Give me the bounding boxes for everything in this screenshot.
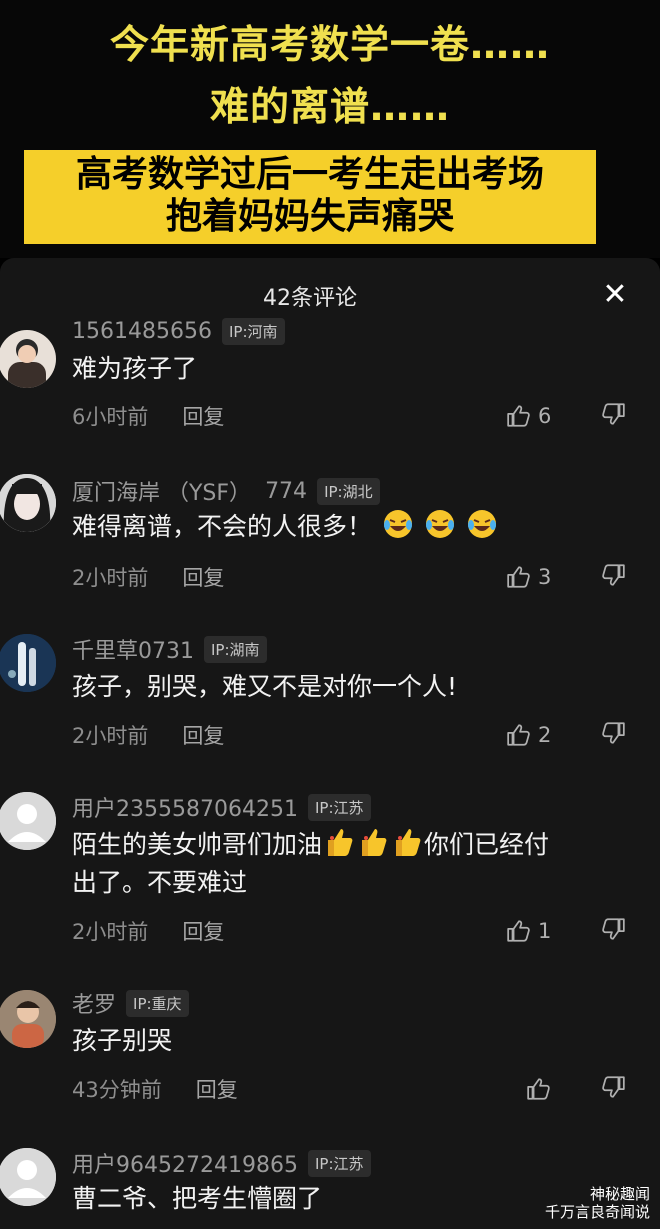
comment-footer: 2小时前 回复 (72, 916, 224, 946)
dislike-button[interactable] (600, 401, 626, 431)
thumbs-up-icon (527, 1078, 550, 1100)
comment-footer: 6小时前 回复 (72, 401, 224, 431)
comment-text-wrap: 陌生的美女帅哥们加油 你们已经付 出了。不要难过 (72, 826, 642, 902)
comment-username[interactable]: 千里草0731 (72, 633, 194, 665)
reply-button[interactable]: 回复 (182, 401, 224, 431)
close-icon[interactable]: ✕ (598, 280, 632, 310)
avatar[interactable] (0, 792, 56, 850)
comment-username[interactable]: 厦门海岸 （YSF） (72, 475, 251, 507)
reply-button[interactable]: 回复 (182, 916, 224, 946)
comment-time: 43分钟前 (72, 1078, 162, 1102)
comment-time: 6小时前 (72, 405, 149, 429)
avatar[interactable] (0, 1148, 56, 1206)
comment-meta: 千里草0731 IP:湖南 (72, 634, 267, 664)
like-count: 3 (538, 565, 552, 589)
comment-footer: 43分钟前 回复 (72, 1074, 238, 1104)
comment-time: 2小时前 (72, 920, 149, 944)
comment-text: 孩子，别哭，难又不是对你一个人! (72, 672, 458, 701)
like-count: 2 (538, 723, 552, 747)
comment-meta: 厦门海岸 （YSF） 774 IP:湖北 (72, 476, 380, 506)
comment-text-wrap: 难得离谱，不会的人很多！ (72, 508, 642, 546)
watermark: 神秘趣闻 千万言良奇闻说 (545, 1185, 650, 1221)
reply-button[interactable]: 回复 (196, 1074, 238, 1104)
comment-text: 难为孩子了 (72, 354, 198, 383)
thumbs-down-icon (602, 403, 625, 425)
avatar[interactable] (0, 634, 56, 692)
thumbs-down-icon (602, 1076, 625, 1098)
comments-count-title: 42条评论 (263, 286, 357, 311)
like-button[interactable]: 1 (506, 916, 551, 946)
user-score: 774 (265, 478, 308, 504)
like-count: 1 (538, 919, 552, 943)
ip-badge: IP:重庆 (126, 989, 189, 1017)
thumbs-down-icon (602, 918, 625, 940)
comment-username[interactable]: 1561485656 (72, 319, 212, 344)
thumbs-up-emoji-icon (396, 829, 421, 856)
thumbs-up-icon (507, 405, 530, 427)
like-button[interactable]: 2 (506, 720, 551, 750)
laughing-crying-emoji-icon (383, 510, 412, 538)
thumbs-up-emoji-icon (362, 829, 387, 856)
headline-line2: 难的离谱…… (209, 85, 450, 130)
like-button[interactable]: 6 (506, 401, 551, 431)
comment-footer: 2小时前 回复 (72, 562, 224, 592)
avatar[interactable] (0, 474, 56, 532)
ip-badge: IP:河南 (221, 317, 285, 345)
headline-line1: 今年新高考数学一卷…… (109, 23, 550, 68)
avatar[interactable] (0, 990, 56, 1048)
dislike-button[interactable] (600, 720, 626, 750)
comment-text: 孩子别哭 (72, 1026, 173, 1055)
reply-button[interactable]: 回复 (182, 562, 224, 592)
comment-text: 难得离谱，不会的人很多！ (72, 512, 373, 541)
like-button[interactable] (526, 1074, 552, 1104)
thumbs-up-icon (507, 566, 530, 588)
comment-text: 陌生的美女帅哥们加油 (72, 830, 323, 859)
comment-meta: 用户2355587064251 IP:江苏 (72, 792, 371, 822)
comment-time: 2小时前 (72, 566, 149, 590)
thumbs-up-emoji-icon (328, 829, 353, 856)
comment-text-line2: 出了。不要难过 (72, 868, 248, 897)
comment-text-suffix: 你们已经付 (424, 830, 550, 859)
avatar[interactable] (0, 330, 56, 388)
laughing-crying-emoji-icon (467, 510, 496, 538)
comment-meta: 老罗 IP:重庆 (72, 988, 189, 1018)
video-frame: 今年新高考数学一卷…… 难的离谱…… 高考数学过后一考生走出考场 抱着妈妈失声痛… (0, 0, 660, 258)
thumbs-down-icon (602, 722, 625, 744)
dislike-button[interactable] (600, 562, 626, 592)
like-count: 6 (538, 404, 552, 428)
comment-meta: 用户9645272419865 IP:江苏 (72, 1148, 371, 1178)
dislike-button[interactable] (600, 916, 626, 946)
comment-username[interactable]: 老罗 (72, 987, 116, 1019)
banner-line1: 高考数学过后一考生走出考场 (75, 154, 544, 195)
comment-meta: 1561485656 IP:河南 (72, 316, 285, 346)
comment-time: 2小时前 (72, 724, 149, 748)
thumbs-up-icon (507, 724, 530, 746)
thumbs-up-icon (507, 920, 530, 942)
dislike-button[interactable] (600, 1074, 626, 1104)
like-button[interactable]: 3 (506, 562, 551, 592)
ip-badge: IP:江苏 (307, 1149, 371, 1177)
ip-badge: IP:湖南 (204, 635, 267, 663)
banner-line2: 抱着妈妈失声痛哭 (165, 196, 454, 237)
laughing-crying-emoji-icon (425, 510, 454, 538)
video-banner: 高考数学过后一考生走出考场 抱着妈妈失声痛哭 (24, 150, 596, 244)
comment-footer: 2小时前 回复 (72, 720, 224, 750)
reply-button[interactable]: 回复 (182, 720, 224, 750)
comments-panel: 42条评论 ✕ 1561485656 IP:河南 难为孩子了 6小时前 回复 6… (0, 258, 660, 1229)
watermark-line2: 千万言良奇闻说 (544, 1203, 650, 1221)
thumbs-down-icon (602, 564, 625, 586)
watermark-line1: 神秘趣闻 (589, 1185, 650, 1203)
comment-username[interactable]: 用户2355587064251 (72, 791, 298, 823)
ip-badge: IP:湖北 (317, 477, 380, 505)
ip-badge: IP:江苏 (307, 793, 371, 821)
comment-username[interactable]: 用户9645272419865 (72, 1147, 298, 1179)
